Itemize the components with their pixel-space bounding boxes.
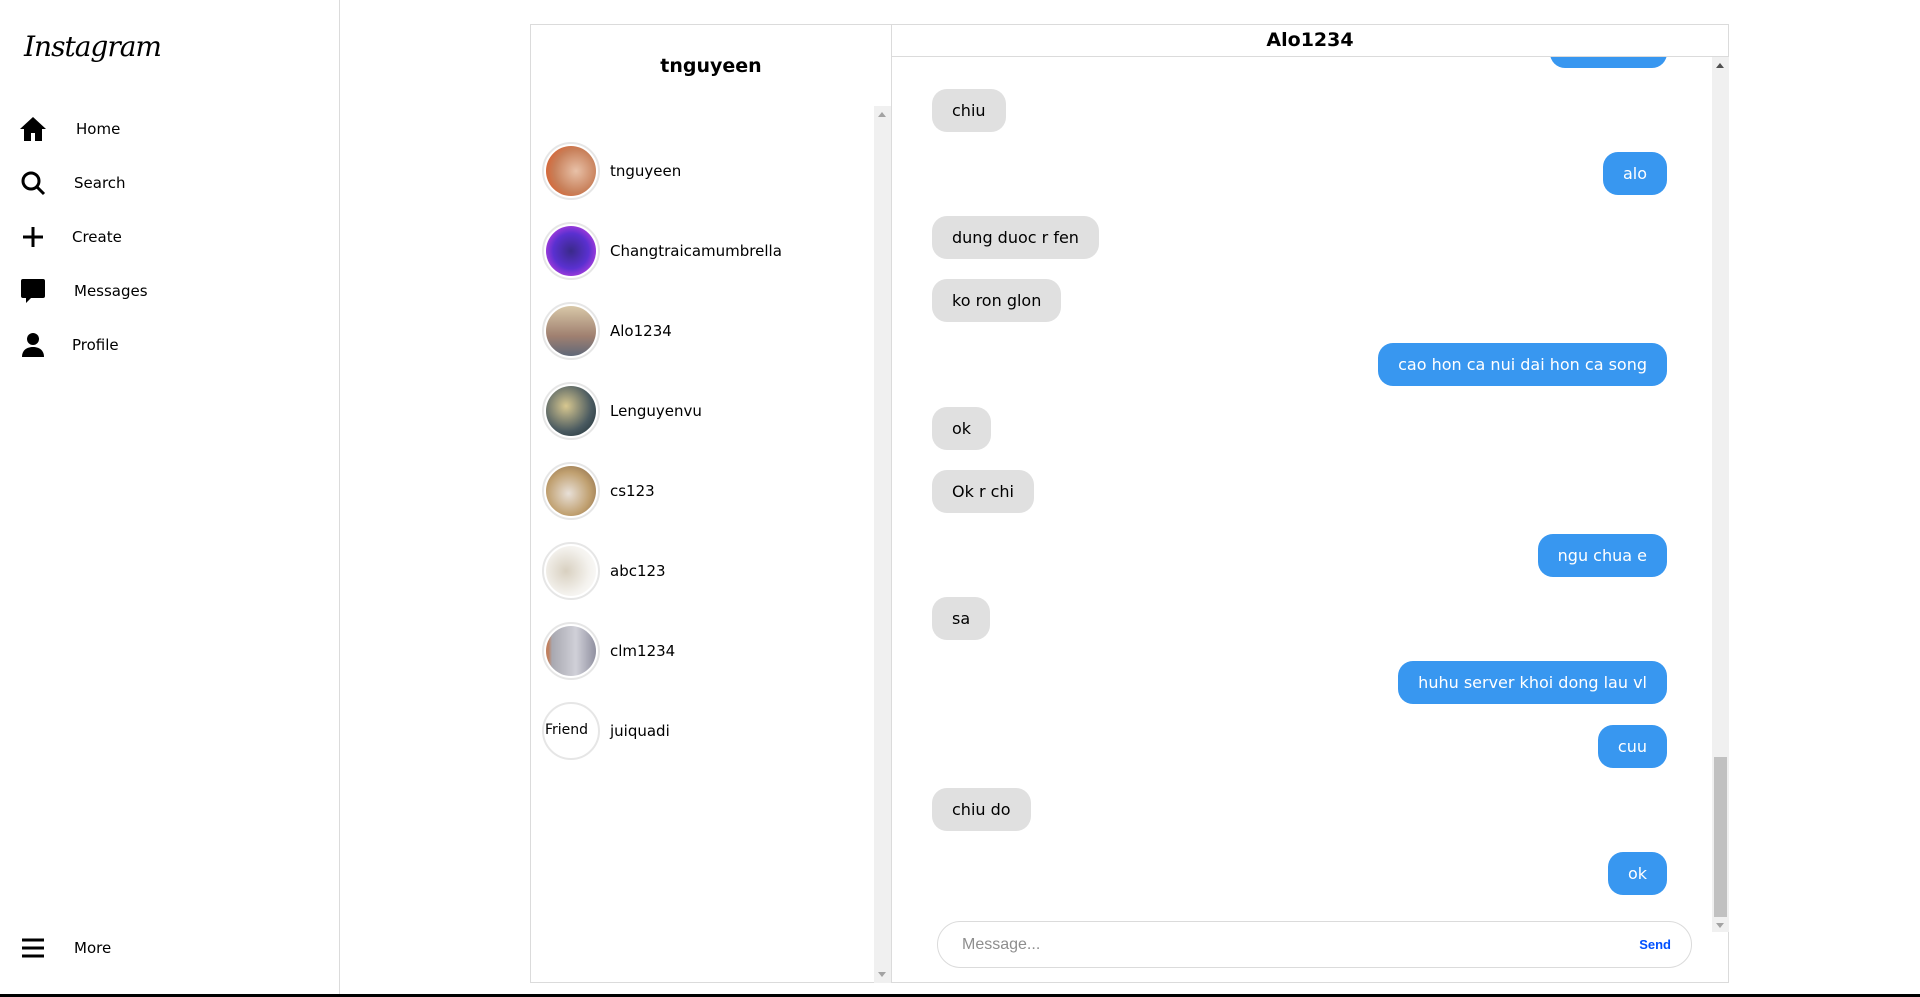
search-icon <box>18 168 48 198</box>
sidebar: Instagram Home Search Create Messages Pr… <box>0 0 340 994</box>
conversation-item[interactable]: Lenguyenvu <box>542 381 702 441</box>
outgoing-message-bubble <box>1550 57 1667 68</box>
conversation-item[interactable]: cs123 <box>542 461 655 521</box>
scroll-down-arrow-icon[interactable] <box>878 972 886 977</box>
incoming-message-bubble: chiu <box>932 88 1006 132</box>
hamburger-menu-icon <box>18 933 48 963</box>
nav-search-label: Search <box>74 174 126 192</box>
chat-title: Alo1234 <box>892 25 1728 57</box>
avatar <box>542 142 600 200</box>
nav-more[interactable]: More <box>18 933 111 963</box>
scroll-down-arrow-icon[interactable] <box>1716 923 1724 928</box>
avatar <box>542 302 600 360</box>
conversation-item[interactable]: Friend juiquadi <box>542 701 670 761</box>
user-icon <box>18 330 48 360</box>
nav-search[interactable]: Search <box>18 168 126 198</box>
avatar <box>542 622 600 680</box>
nav-more-label: More <box>74 939 112 957</box>
conversation-item[interactable]: clm1234 <box>542 621 675 681</box>
outgoing-message-bubble: alo <box>1602 152 1667 196</box>
conversation-item[interactable]: abc123 <box>542 541 666 601</box>
send-button[interactable]: Send <box>1639 937 1671 952</box>
incoming-message-bubble: Ok r chi <box>932 470 1034 514</box>
avatar-broken-image: Friend <box>542 702 600 760</box>
conversation-list-scrollbar[interactable] <box>874 106 891 983</box>
conversation-item[interactable]: Alo1234 <box>542 301 672 361</box>
scroll-up-arrow-icon[interactable] <box>1716 63 1724 68</box>
message-list: chiu alo dung duoc r fen ko ron glon cao hon… <box>892 57 1712 932</box>
outgoing-message-bubble: cuu <box>1597 724 1667 768</box>
outgoing-message-bubble: ok <box>1607 851 1667 895</box>
nav-messages-label: Messages <box>74 282 148 300</box>
nav-profile-label: Profile <box>72 336 119 354</box>
nav-home[interactable]: Home <box>18 114 120 144</box>
outgoing-message-bubble: cao hon ca nui dai hon ca song <box>1378 342 1667 386</box>
outgoing-message-bubble: huhu server khoi dong lau vl <box>1398 660 1667 704</box>
avatar <box>542 462 600 520</box>
incoming-message-bubble: dung duoc r fen <box>932 215 1099 259</box>
home-icon <box>18 114 48 144</box>
nav-messages[interactable]: Messages <box>18 276 148 306</box>
incoming-message-bubble: chiu do <box>932 788 1031 832</box>
plus-icon <box>18 222 48 252</box>
nav-create[interactable]: Create <box>18 222 122 252</box>
conversation-item[interactable]: Changtraicamumbrella <box>542 221 782 281</box>
conversation-list: tnguyeen tnguyeen Changtraicamumbrella A… <box>530 24 891 983</box>
current-user-title: tnguyeen <box>660 55 762 77</box>
nav-home-label: Home <box>76 120 121 138</box>
nav-create-label: Create <box>72 228 122 246</box>
nav-profile[interactable]: Profile <box>18 330 119 360</box>
avatar <box>542 382 600 440</box>
message-input[interactable] <box>962 935 1640 954</box>
instagram-logo[interactable]: Instagram <box>24 30 162 63</box>
scrollbar-thumb[interactable] <box>1714 757 1727 917</box>
avatar <box>542 542 600 600</box>
chat-scrollbar[interactable] <box>1712 57 1729 932</box>
message-composer: Send <box>937 921 1692 968</box>
message-icon <box>18 276 48 306</box>
incoming-message-bubble: sa <box>932 597 991 641</box>
conversation-item[interactable]: tnguyeen <box>542 141 681 201</box>
incoming-message-bubble: ko ron glon <box>932 279 1062 323</box>
incoming-message-bubble: ok <box>932 406 992 450</box>
outgoing-message-bubble: ngu chua e <box>1537 533 1667 577</box>
chat-panel: Alo1234 chiu alo dung duoc r fen ko ron glo… <box>891 24 1729 983</box>
avatar <box>542 222 600 280</box>
scroll-up-arrow-icon[interactable] <box>878 112 886 117</box>
